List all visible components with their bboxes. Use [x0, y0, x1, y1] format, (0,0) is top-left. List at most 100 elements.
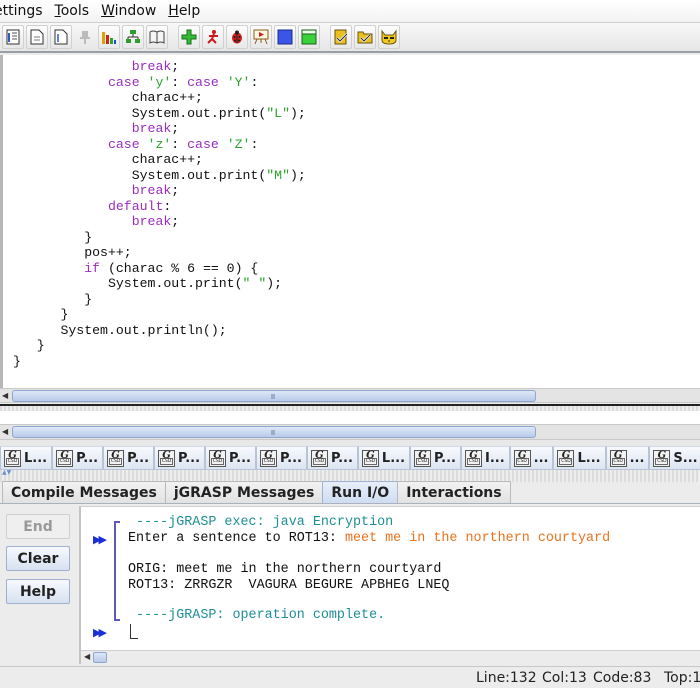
- book-button[interactable]: [146, 25, 168, 49]
- exec-line: ----jGRASP exec: java Encryption: [128, 515, 394, 530]
- window-tab-label: ...: [629, 450, 645, 466]
- code-token: ;: [171, 121, 180, 136]
- tab-jgrasp-messages[interactable]: jGRASP Messages: [164, 481, 324, 503]
- input-prompt-icon: ▶▶: [93, 533, 107, 546]
- code-line[interactable]: pos++;: [13, 245, 306, 261]
- code-line[interactable]: System.out.println();: [13, 323, 306, 339]
- menu-bar: ettings Tools Window Help: [0, 0, 700, 22]
- generate-csd-button[interactable]: [2, 25, 24, 49]
- tab-run-i-o[interactable]: Run I/O: [322, 481, 399, 503]
- window-tab[interactable]: G CSD L...: [357, 446, 411, 470]
- window-tab-label: ...: [533, 450, 549, 466]
- scrollbar-grip: [271, 430, 275, 435]
- csd-icon-sub: CSD: [655, 457, 669, 465]
- menu-help[interactable]: Help: [168, 3, 200, 19]
- window-tab[interactable]: G CSD P...: [255, 446, 307, 470]
- clear-button[interactable]: Clear: [6, 546, 70, 571]
- code-line[interactable]: }: [13, 354, 306, 370]
- status-bar: Line:132 Col:13 Code:83 Top:1: [0, 666, 700, 688]
- run-applet-button[interactable]: [250, 25, 272, 49]
- window-tab[interactable]: G CSD...: [509, 446, 554, 470]
- scroll-left-arrow-icon[interactable]: ◀: [84, 652, 90, 661]
- status-code: Code:83: [593, 670, 652, 686]
- code-line[interactable]: System.out.print("M");: [13, 168, 306, 184]
- compile-button[interactable]: [178, 25, 200, 49]
- blue-square-button[interactable]: [274, 25, 296, 49]
- code-line[interactable]: }: [13, 230, 306, 246]
- pin-icon: [80, 31, 90, 44]
- menu-tools[interactable]: Tools: [55, 3, 90, 19]
- cat-button[interactable]: [378, 25, 400, 49]
- status-line: Line:132: [476, 670, 537, 686]
- blue-square-icon: [277, 29, 293, 45]
- code-line[interactable]: if (charac % 6 == 0) {: [13, 261, 306, 277]
- desktop-horizontal-scrollbar[interactable]: ◀: [0, 424, 700, 440]
- code-line[interactable]: break;: [13, 183, 306, 199]
- window-tab[interactable]: G CSD P...: [52, 446, 104, 470]
- code-line[interactable]: }: [13, 292, 306, 308]
- split-pane-divider[interactable]: [0, 404, 700, 411]
- tab-compile-messages[interactable]: Compile Messages: [2, 481, 166, 503]
- window-tab[interactable]: G CSD P...: [205, 446, 256, 470]
- console-output[interactable]: ▶▶ ▶▶ ----jGRASP exec: java Encryption E…: [79, 506, 700, 664]
- window-tab[interactable]: G CSD P...: [410, 446, 461, 470]
- menu-settings[interactable]: ettings: [0, 3, 43, 19]
- menu-window[interactable]: Window: [101, 3, 156, 19]
- window-tab[interactable]: G CSD P...: [154, 446, 206, 470]
- keyword-token: case: [107, 136, 140, 152]
- code-line[interactable]: case 'y': case 'Y':: [13, 75, 306, 91]
- code-editor[interactable]: break; case 'y': case 'Y': charac++; Sys…: [0, 55, 700, 388]
- code-line[interactable]: default:: [13, 199, 306, 215]
- green-window-button[interactable]: [298, 25, 320, 49]
- collapse-arrows-icon[interactable]: ▲▼: [2, 470, 11, 476]
- window-tab[interactable]: G CSD P...: [306, 446, 358, 470]
- window-tab-label: P...: [76, 450, 99, 466]
- user-input-text: meet me in the northern courtyard: [344, 531, 611, 546]
- window-tab[interactable]: G CSD...: [605, 446, 650, 470]
- code-line[interactable]: System.out.print("L");: [13, 106, 306, 122]
- string-literal-token: " ": [242, 276, 267, 291]
- csd-icon-sub: CSD: [611, 457, 625, 465]
- tab-interactions[interactable]: Interactions: [397, 481, 511, 503]
- code-line[interactable]: break;: [13, 121, 306, 137]
- csd-file-icon: G CSD: [513, 449, 531, 467]
- code-line[interactable]: }: [13, 307, 306, 323]
- window-tab[interactable]: G CSD I...: [461, 446, 510, 470]
- scrollbar-thumb[interactable]: [12, 390, 536, 402]
- scrollbar-thumb[interactable]: [12, 426, 536, 438]
- code-line[interactable]: case 'z': case 'Z':: [13, 137, 306, 153]
- code-line[interactable]: break;: [13, 59, 306, 75]
- end-button[interactable]: End: [6, 514, 70, 539]
- debug-button[interactable]: [226, 25, 248, 49]
- csd-icon-sub: CSD: [261, 457, 275, 465]
- code-line[interactable]: break;: [13, 214, 306, 230]
- window-tab[interactable]: G CSD P...: [103, 446, 155, 470]
- code-line[interactable]: }: [13, 338, 306, 354]
- bar-chart-button[interactable]: [98, 25, 120, 49]
- generate-doc-button[interactable]: [50, 25, 72, 49]
- uml-diagram-button[interactable]: [122, 25, 144, 49]
- editor-horizontal-scrollbar[interactable]: ◀: [0, 388, 700, 403]
- source-code[interactable]: break; case 'y': case 'Y': charac++; Sys…: [13, 59, 306, 369]
- scroll-left-arrow-icon[interactable]: ◀: [2, 391, 12, 401]
- run-button[interactable]: [202, 25, 224, 49]
- scroll-left-arrow-icon[interactable]: ◀: [2, 427, 12, 437]
- scrollbar-thumb[interactable]: [93, 652, 107, 663]
- window-tab[interactable]: G CSD L...: [553, 446, 606, 470]
- window-tab[interactable]: G CSD S...: [649, 446, 700, 470]
- uml-diagram-icon: [126, 30, 140, 43]
- csd-file-icon: G CSD: [209, 449, 227, 467]
- checkstyle-folder-button[interactable]: [354, 25, 376, 49]
- code-token: }: [13, 338, 45, 353]
- code-line[interactable]: System.out.print(" ");: [13, 276, 306, 292]
- checkstyle-file-button[interactable]: [330, 25, 352, 49]
- code-line[interactable]: charac++;: [13, 90, 306, 106]
- remove-csd-button[interactable]: [26, 25, 48, 49]
- window-tab[interactable]: G CSD L...: [0, 446, 53, 470]
- help-button[interactable]: Help: [6, 579, 70, 604]
- code-token: );: [266, 276, 283, 291]
- console-horizontal-scrollbar[interactable]: ◀: [81, 650, 700, 664]
- keyword-token: case: [187, 136, 219, 152]
- pin-button[interactable]: [74, 25, 96, 49]
- code-line[interactable]: charac++;: [13, 152, 306, 168]
